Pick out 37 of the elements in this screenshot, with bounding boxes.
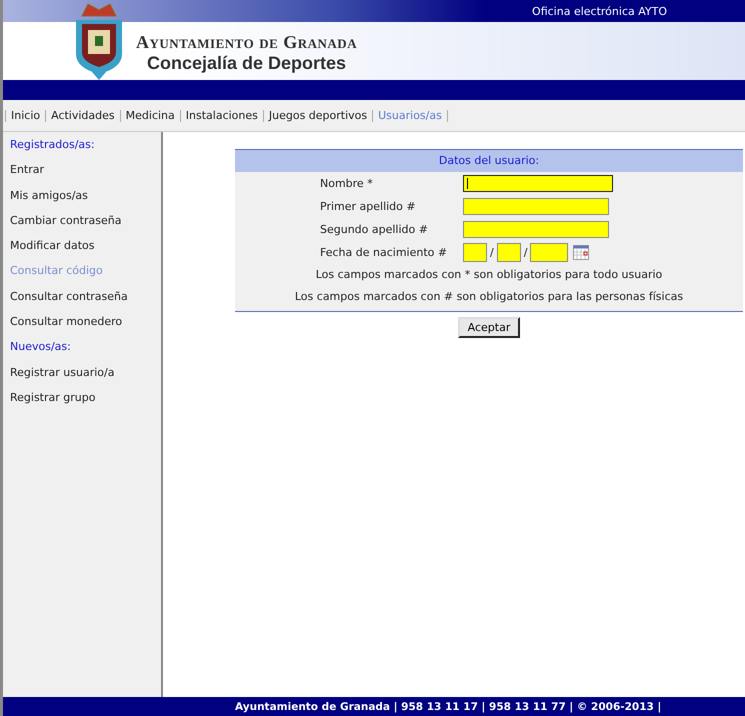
day-field[interactable] <box>463 243 487 262</box>
form-title: Datos del usuario: <box>438 154 540 167</box>
month-field[interactable] <box>496 243 521 262</box>
city-title: Ayuntamiento de Granada <box>136 32 358 52</box>
date-separator: / <box>490 246 494 259</box>
year-field[interactable] <box>530 243 568 262</box>
department-title: Concejalía de Deportes <box>147 52 346 74</box>
sidebar-item[interactable]: Entrar <box>10 161 161 187</box>
sidebar-item[interactable]: Mis amigos/as <box>10 186 161 212</box>
section-title: Registrados/as: <box>10 138 95 151</box>
date-separator: / <box>524 246 528 259</box>
form-note: Los campos marcados con * son obligatorios para todo usuario <box>316 267 662 283</box>
nav-link[interactable]: Inicio <box>11 109 40 122</box>
field-label: Fecha de nacimiento # <box>319 246 448 259</box>
nav-link[interactable]: Actividades <box>51 109 115 122</box>
nav-link[interactable]: Instalaciones <box>186 109 258 122</box>
field-label: Nombre * <box>319 177 374 190</box>
field-label: Primer apellido # <box>319 200 417 213</box>
form-note: Los campos marcados con # son obligatorios para las personas físicas <box>294 289 684 305</box>
sidebar-item[interactable]: Modificar datos <box>10 237 161 262</box>
sidebar-item[interactable]: Consultar contraseña <box>10 288 161 314</box>
nav-link[interactable]: Usuarios/as <box>378 109 442 122</box>
field-label: Segundo apellido # <box>319 223 429 236</box>
nav-link[interactable]: Juegos deportivos <box>268 109 368 122</box>
section-title: Nuevos/as: <box>10 340 71 354</box>
sidebar-item[interactable]: Consultar monedero <box>10 313 161 338</box>
accept-button[interactable]: Aceptar <box>458 317 520 338</box>
input-field[interactable] <box>463 198 609 215</box>
footer-text: Ayuntamiento de Granada | 958 13 11 17 | 958 13 11 77 | © 2006-2013 | <box>235 700 662 712</box>
nav-link[interactable]: Medicina <box>126 109 175 122</box>
office-title: Oficina electrónica AYTO <box>532 4 667 18</box>
calendar-icon[interactable] <box>573 245 590 260</box>
sidebar-item[interactable]: Registrar usuario/a <box>10 364 161 389</box>
input-field[interactable] <box>463 175 613 192</box>
sidebar-item[interactable]: Cambiar contraseña <box>10 212 161 238</box>
sidebar-item[interactable]: Registrar grupo <box>10 388 161 414</box>
input-field[interactable] <box>463 221 609 238</box>
